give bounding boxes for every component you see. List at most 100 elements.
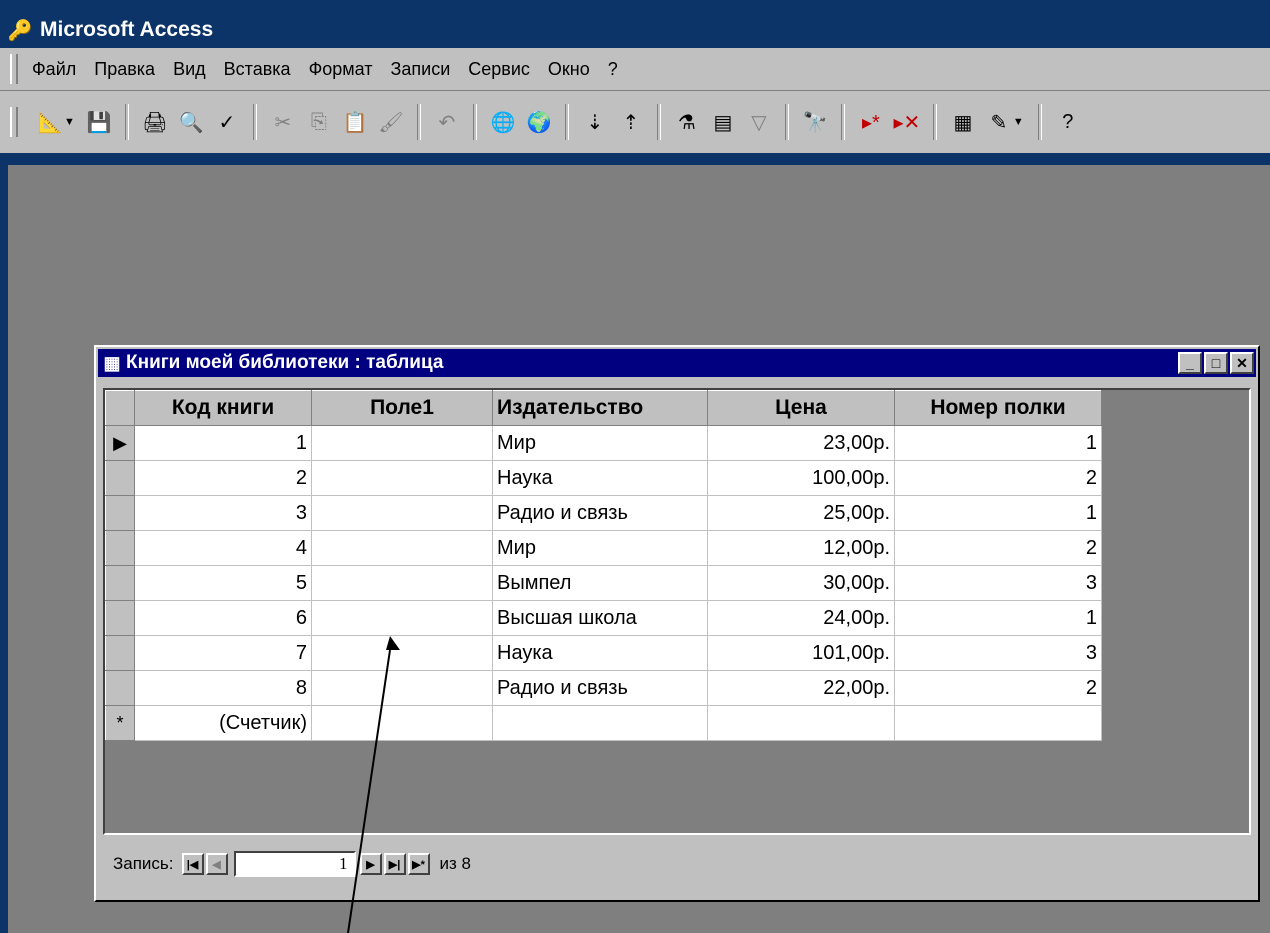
table-cell[interactable]: 101,00р.	[707, 635, 895, 671]
table-cell[interactable]: 3	[894, 635, 1102, 671]
datasheet-title-bar[interactable]: ▦ Книги моей библиотеки : таблица _ □ ✕	[98, 349, 1256, 377]
table-cell[interactable]: 3	[134, 495, 312, 531]
table-cell[interactable]: 1	[134, 425, 312, 461]
table-cell[interactable]: 100,00р.	[707, 460, 895, 496]
menubar-grip[interactable]	[10, 54, 18, 84]
table-cell[interactable]: 30,00р.	[707, 565, 895, 601]
row-selector[interactable]	[105, 600, 135, 636]
table-cell[interactable]: 2	[894, 460, 1102, 496]
delete-record-icon[interactable]: ▸✕	[892, 105, 922, 139]
spelling-icon[interactable]: ✓	[212, 105, 242, 139]
menu-edit[interactable]: Правка	[94, 59, 155, 80]
table-row[interactable]: 5 Вымпел 30,00р. 3	[105, 565, 1102, 601]
minimize-button[interactable]: _	[1178, 352, 1202, 374]
table-cell[interactable]: 8	[134, 670, 312, 706]
insert-hyperlink-icon[interactable]: 🌐	[488, 105, 518, 139]
table-cell[interactable]: 2	[894, 670, 1102, 706]
apply-filter-icon[interactable]: ▽	[744, 105, 774, 139]
menu-help[interactable]: ?	[608, 59, 618, 80]
table-cell[interactable]: 24,00р.	[707, 600, 895, 636]
first-record-button[interactable]: |◀	[181, 853, 204, 875]
table-cell[interactable]: 4	[134, 530, 312, 566]
row-selector[interactable]	[105, 495, 135, 531]
menu-insert[interactable]: Вставка	[224, 59, 291, 80]
sort-descending-icon[interactable]: ⇡	[616, 105, 646, 139]
new-object-icon[interactable]: ✎	[984, 105, 1014, 139]
save-icon[interactable]: 💾	[84, 105, 114, 139]
table-cell[interactable]	[311, 530, 493, 566]
format-painter-icon[interactable]: 🖌	[376, 105, 406, 139]
cut-icon[interactable]: ✂	[268, 105, 298, 139]
table-cell[interactable]: 7	[134, 635, 312, 671]
column-header[interactable]: Поле1	[311, 390, 493, 426]
help-icon[interactable]: ?	[1053, 105, 1083, 139]
table-cell[interactable]	[311, 670, 493, 706]
column-header[interactable]: Цена	[707, 390, 895, 426]
print-icon[interactable]: 🖨	[140, 105, 170, 139]
table-cell[interactable]: Вымпел	[492, 565, 708, 601]
table-cell[interactable]: 2	[894, 530, 1102, 566]
table-cell[interactable]	[311, 705, 493, 741]
menu-tools[interactable]: Сервис	[468, 59, 530, 80]
row-selector[interactable]	[105, 460, 135, 496]
last-record-button[interactable]: ▶|	[383, 853, 406, 875]
table-row[interactable]: 6 Высшая школа 24,00р. 1	[105, 600, 1102, 636]
table-cell[interactable]	[311, 460, 493, 496]
table-cell[interactable]: Радио и связь	[492, 670, 708, 706]
table-row[interactable]: 3 Радио и связь 25,00р. 1	[105, 495, 1102, 531]
table-row[interactable]: 4 Мир 12,00р. 2	[105, 530, 1102, 566]
table-cell[interactable]: 22,00р.	[707, 670, 895, 706]
find-icon[interactable]: 🔭	[800, 105, 830, 139]
column-header[interactable]: Издательство	[492, 390, 708, 426]
menu-records[interactable]: Записи	[391, 59, 451, 80]
menu-format[interactable]: Формат	[309, 59, 373, 80]
row-selector[interactable]	[105, 670, 135, 706]
table-cell[interactable]: Мир	[492, 425, 708, 461]
table-cell[interactable]: 12,00р.	[707, 530, 895, 566]
row-selector[interactable]: ▶	[105, 425, 135, 461]
row-selector[interactable]: *	[105, 705, 135, 741]
menu-file[interactable]: Файл	[32, 59, 76, 80]
previous-record-button[interactable]: ◀	[205, 853, 228, 875]
row-selector[interactable]	[105, 635, 135, 671]
filter-by-selection-icon[interactable]: ⚗	[672, 105, 702, 139]
print-preview-icon[interactable]: 🔍	[176, 105, 206, 139]
table-cell[interactable]: 1	[894, 495, 1102, 531]
table-row[interactable]: 7 Наука 101,00р. 3	[105, 635, 1102, 671]
table-cell[interactable]: 6	[134, 600, 312, 636]
copy-icon[interactable]: ⎘	[304, 105, 334, 139]
view-dropdown-icon[interactable]: ▼	[64, 116, 75, 128]
new-record-icon[interactable]: ▸*	[856, 105, 886, 139]
select-all-corner[interactable]	[105, 390, 135, 426]
table-cell[interactable]	[311, 600, 493, 636]
table-row[interactable]: ▶ 1 Мир 23,00р. 1	[105, 425, 1102, 461]
table-cell[interactable]	[707, 705, 895, 741]
web-toolbar-icon[interactable]: 🌍	[524, 105, 554, 139]
paste-icon[interactable]: 📋	[340, 105, 370, 139]
record-number-input[interactable]	[233, 851, 356, 877]
table-cell[interactable]	[894, 705, 1102, 741]
menu-window[interactable]: Окно	[548, 59, 590, 80]
table-cell[interactable]: 2	[134, 460, 312, 496]
table-cell[interactable]: 23,00р.	[707, 425, 895, 461]
table-cell[interactable]	[311, 565, 493, 601]
table-cell[interactable]: 3	[894, 565, 1102, 601]
table-row[interactable]: 2 Наука 100,00р. 2	[105, 460, 1102, 496]
table-cell[interactable]	[492, 705, 708, 741]
filter-by-form-icon[interactable]: ▤	[708, 105, 738, 139]
database-window-icon[interactable]: ▦	[948, 105, 978, 139]
next-record-button[interactable]: ▶	[359, 853, 382, 875]
table-cell[interactable]: 25,00р.	[707, 495, 895, 531]
table-cell[interactable]: Наука	[492, 460, 708, 496]
new-record-nav-button[interactable]: ▶*	[407, 853, 430, 875]
table-cell[interactable]: Наука	[492, 635, 708, 671]
table-cell[interactable]: Высшая школа	[492, 600, 708, 636]
row-selector[interactable]	[105, 530, 135, 566]
column-header[interactable]: Номер полки	[894, 390, 1102, 426]
new-object-dropdown-icon[interactable]: ▼	[1013, 116, 1024, 128]
table-cell[interactable]	[311, 495, 493, 531]
table-cell[interactable]: 1	[894, 600, 1102, 636]
table-cell[interactable]	[311, 635, 493, 671]
table-cell[interactable]: Радио и связь	[492, 495, 708, 531]
column-header[interactable]: Код книги	[134, 390, 312, 426]
